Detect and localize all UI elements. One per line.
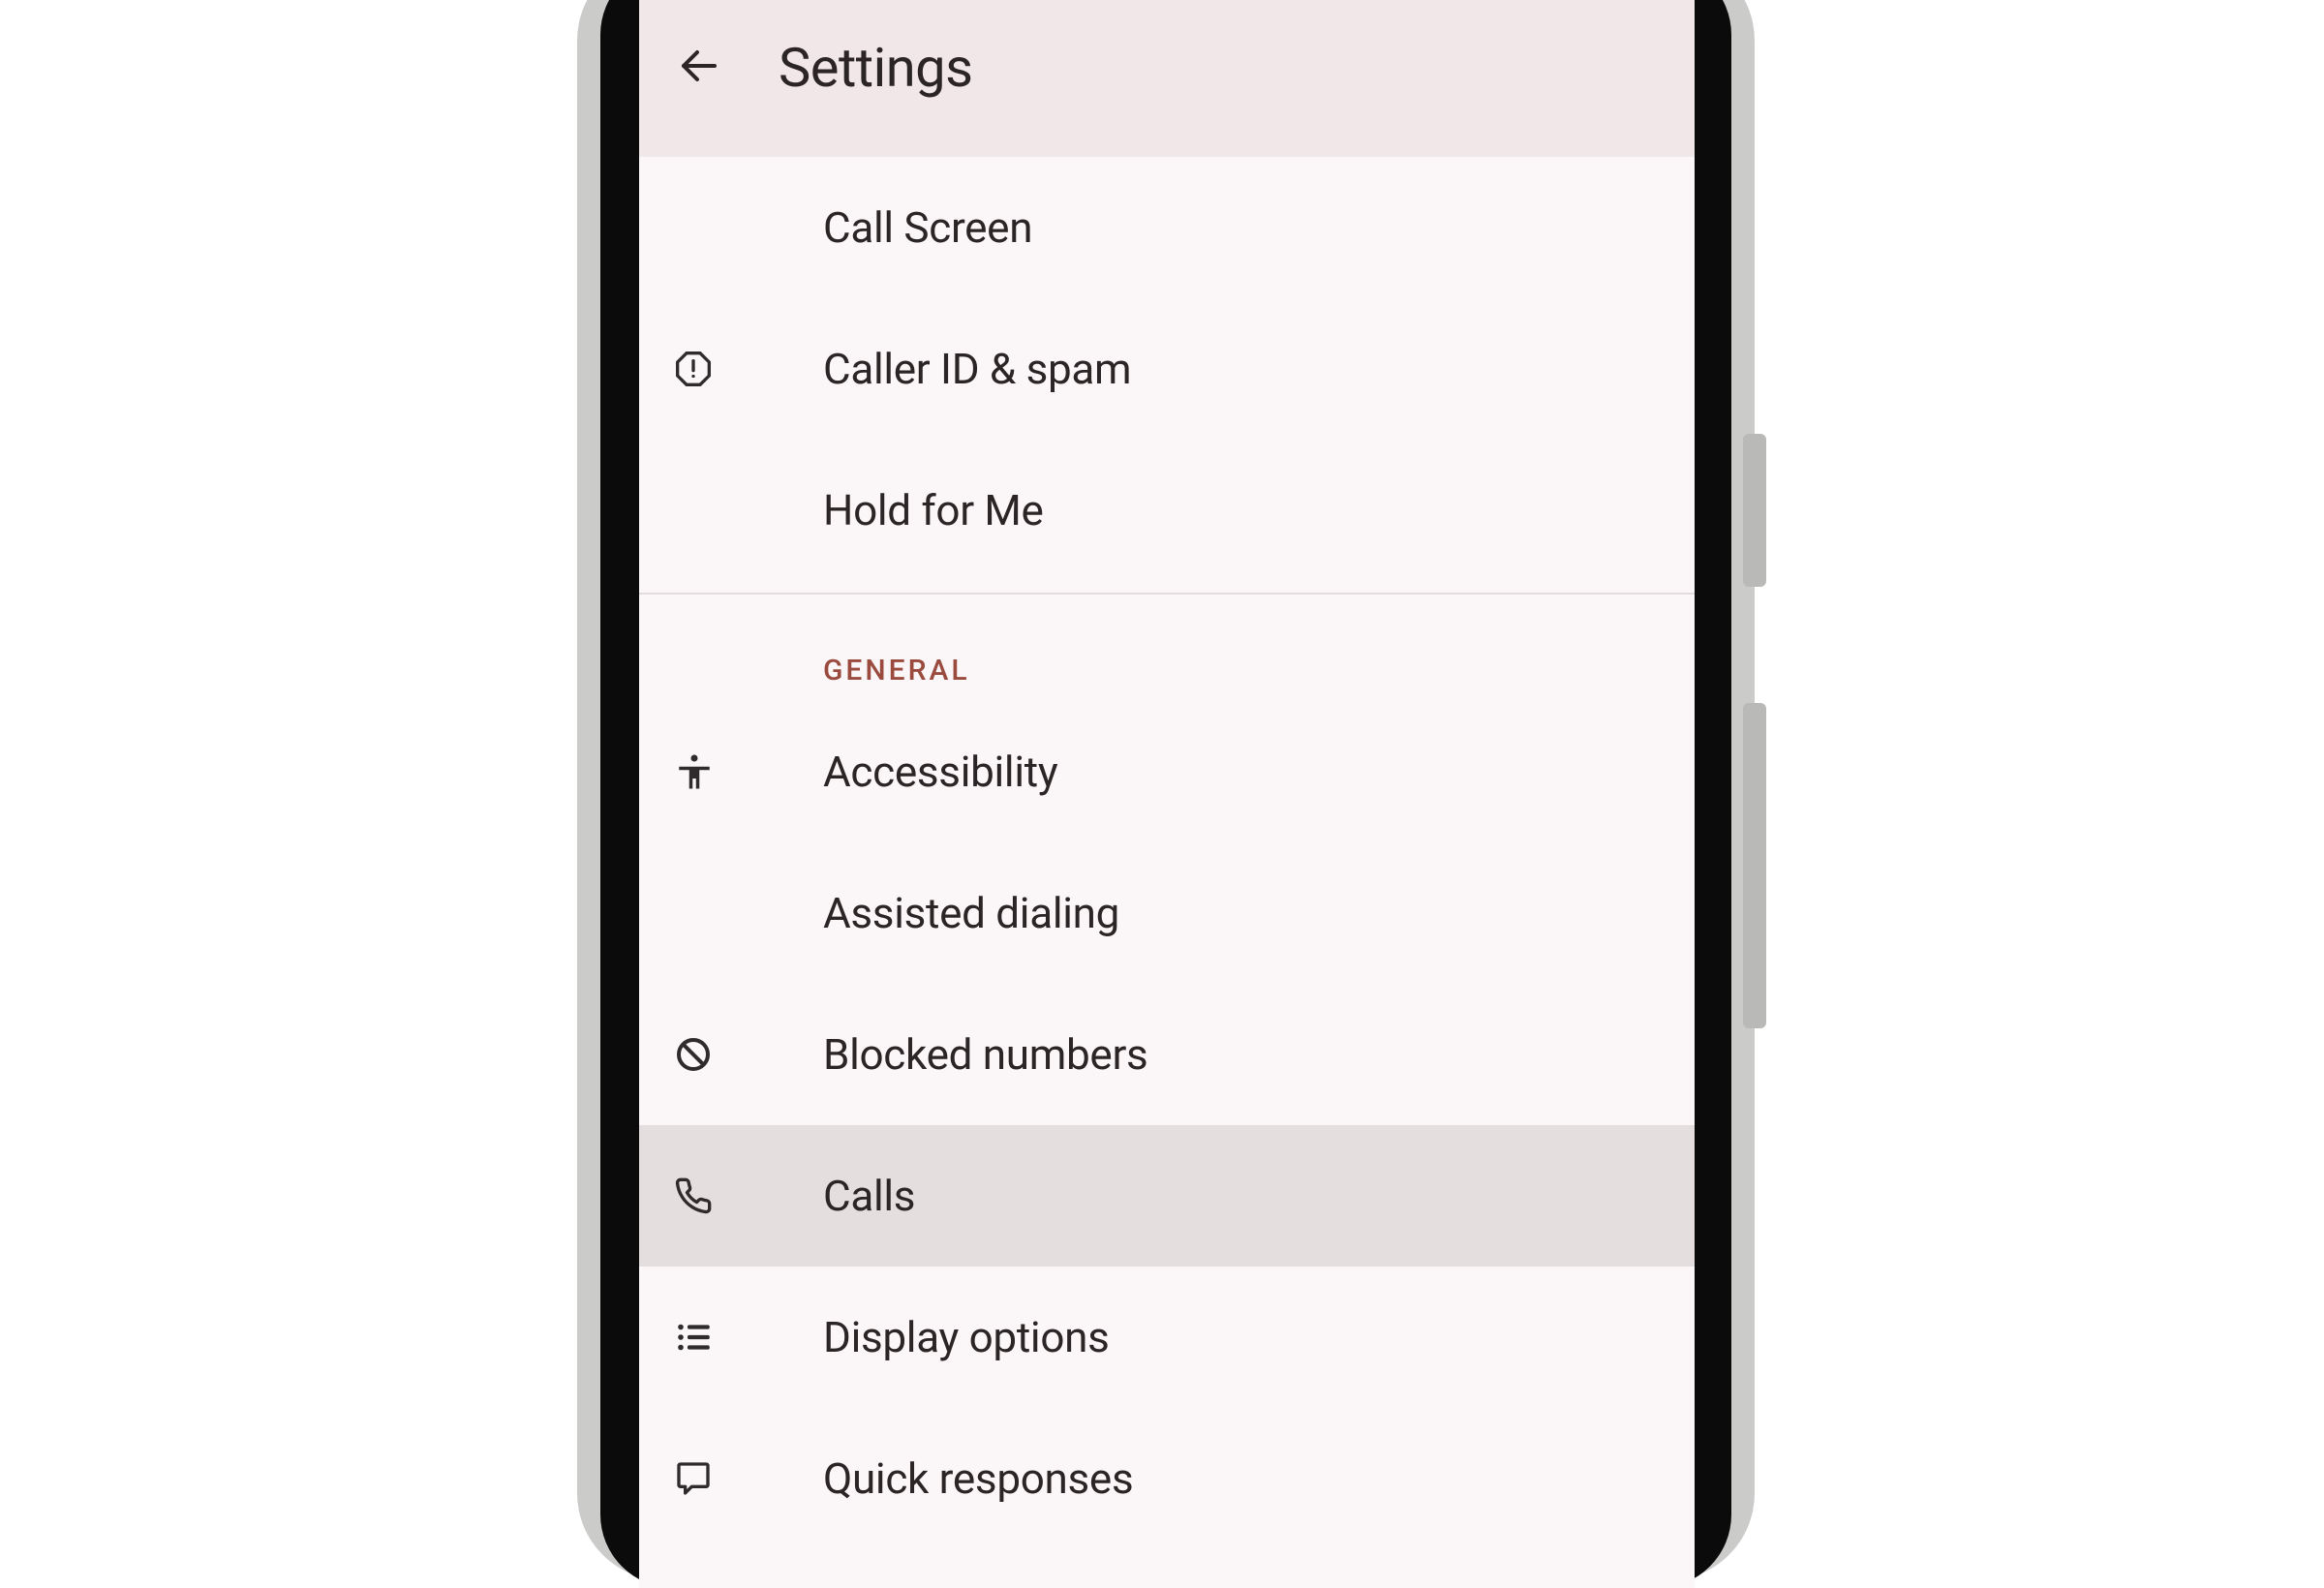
settings-item-accessibility[interactable]: Accessibility	[639, 701, 1695, 842]
settings-item-label: Call Screen	[823, 202, 1032, 253]
settings-item-label: Assisted dialing	[823, 888, 1119, 938]
settings-item-label: Calls	[823, 1171, 915, 1221]
settings-item-assisted-dialing[interactable]: Assisted dialing	[639, 842, 1695, 984]
settings-item-hold-for-me[interactable]: Hold for Me	[639, 440, 1695, 581]
settings-item-call-screen[interactable]: Call Screen	[639, 157, 1695, 298]
icon-slot	[674, 1317, 823, 1358]
settings-list: Call Screen Caller ID & spam Hold for Me…	[639, 157, 1695, 1549]
settings-item-caller-id-spam[interactable]: Caller ID & spam	[639, 298, 1695, 440]
spam-octagon-icon	[674, 350, 713, 388]
app-bar: Settings	[639, 0, 1695, 157]
settings-item-label: Blocked numbers	[823, 1029, 1147, 1080]
page-background	[0, 0, 581, 1549]
icon-slot	[674, 1459, 823, 1498]
settings-item-label: Accessibility	[823, 747, 1057, 797]
settings-item-quick-responses[interactable]: Quick responses	[639, 1408, 1695, 1549]
block-icon	[674, 1035, 713, 1074]
back-button[interactable]	[660, 29, 738, 107]
accessibility-icon	[674, 751, 715, 792]
arrow-back-icon	[676, 43, 722, 93]
section-header-general: GENERAL	[639, 595, 1695, 701]
icon-slot	[674, 1035, 823, 1074]
settings-item-calls[interactable]: Calls	[639, 1125, 1695, 1267]
icon-slot	[674, 350, 823, 388]
phone-icon	[674, 1176, 713, 1215]
settings-item-label: Caller ID & spam	[823, 344, 1131, 394]
settings-item-label: Quick responses	[823, 1453, 1133, 1504]
chat-icon	[674, 1459, 713, 1498]
settings-item-label: Hold for Me	[823, 485, 1044, 535]
page-title: Settings	[779, 36, 972, 100]
phone-side-button-lower	[1743, 703, 1766, 1028]
icon-slot	[674, 1176, 823, 1215]
settings-item-label: Display options	[823, 1312, 1110, 1362]
settings-item-display-options[interactable]: Display options	[639, 1267, 1695, 1408]
settings-item-blocked-numbers[interactable]: Blocked numbers	[639, 984, 1695, 1125]
list-icon	[674, 1317, 715, 1358]
icon-slot	[674, 751, 823, 792]
phone-screen: Settings Call Screen Caller ID & spam	[639, 0, 1695, 1588]
phone-side-button-upper	[1743, 434, 1766, 587]
section-header-label: GENERAL	[823, 654, 970, 687]
